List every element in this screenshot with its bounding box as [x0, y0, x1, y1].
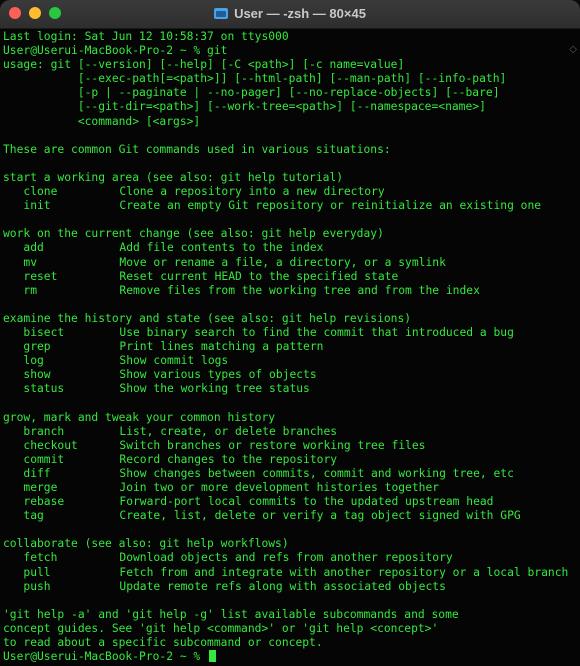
command-description: Create an empty Git repository or reinit… [119, 199, 542, 213]
command-name: status [23, 382, 65, 396]
footer-line: 'git help -a' and 'git help -g' list ava… [3, 607, 459, 621]
command-description: Show various types of objects [119, 368, 317, 382]
usage-line: usage: git [--version] [--help] [-C <pat… [3, 58, 405, 72]
section-heading: examine the history and state (see also:… [3, 311, 412, 325]
command-row: show Show various types of objects [3, 368, 568, 382]
command-sections: start a working area (see also: git help… [3, 171, 568, 608]
command-name: clone [23, 185, 58, 199]
command-description: Fetch from and integrate with another re… [119, 565, 568, 579]
command-row: bisect Use binary search to find the comm… [3, 326, 568, 340]
command-name: grep [23, 340, 51, 354]
command-name: log [23, 354, 44, 368]
window-title: User — -zsh — 80×45 [234, 6, 366, 21]
command-row: diff Show changes between commits, commit… [3, 467, 568, 481]
command-name: fetch [23, 551, 58, 565]
command-row: checkout Switch branches or restore worki… [3, 439, 568, 453]
command-row: push Update remote refs along with associ… [3, 580, 568, 594]
command-row: mv Move or rename a file, a directory, or… [3, 256, 568, 270]
command-description: Join two or more development histories t… [119, 481, 440, 494]
command-description: Move or rename a file, a directory, or a… [119, 255, 446, 269]
command-name: tag [23, 509, 44, 523]
scrollbar[interactable]: ◇ [569, 30, 579, 660]
section-heading: grow, mark and tweak your common history [3, 410, 276, 424]
command-description: Download objects and refs from another r… [119, 551, 453, 565]
command-row: merge Join two or more development histor… [3, 481, 568, 495]
command-description: Reset current HEAD to the specified stat… [119, 269, 399, 283]
command-name: branch [23, 424, 65, 438]
prompt-line: User@Userui-MacBook-Pro-2 ~ % git [3, 44, 228, 58]
section-heading: collaborate (see also: git help workflow… [3, 537, 289, 551]
usage-line: [-p | --paginate | --no-pager] [--no-rep… [3, 86, 500, 100]
command-row: rm Remove files from the working tree and… [3, 284, 568, 298]
command-row: add Add file contents to the index [3, 241, 568, 255]
window-title-area: User — -zsh — 80×45 [0, 6, 580, 21]
command-description: Update remote refs along with associated… [119, 579, 446, 593]
command-description: Use binary search to find the commit tha… [119, 325, 514, 339]
command-row: branch List, create, or delete branches [3, 425, 568, 439]
prompt-text: User@Userui-MacBook-Pro-2 ~ % [3, 650, 208, 664]
command-name: reset [23, 269, 58, 283]
command-row: fetch Download objects and refs from anot… [3, 551, 568, 565]
command-description: Show changes between commits, commit and… [119, 466, 514, 480]
current-prompt-line[interactable]: User@Userui-MacBook-Pro-2 ~ % [3, 650, 568, 664]
command-description: Remove files from the working tree and f… [119, 283, 480, 297]
command-name: rm [23, 283, 38, 297]
footer-line: to read about a specific subcommand or c… [3, 636, 323, 650]
command-description: Create, list, delete or verify a tag obj… [119, 509, 521, 523]
command-name: mv [23, 255, 38, 269]
footer-line: concept guides. See 'git help <command>'… [3, 621, 439, 635]
command-row: status Show the working tree status [3, 382, 568, 396]
command-description: Switch branches or restore working tree … [119, 438, 426, 452]
last-login-line: Last login: Sat Jun 12 10:58:37 on ttys0… [3, 30, 289, 43]
command-row: log Show commit logs [3, 354, 568, 368]
command-row: grep Print lines matching a pattern [3, 340, 568, 354]
command-name: rebase [23, 495, 65, 509]
command-row: commit Record changes to the repository [3, 453, 568, 467]
command-description: Forward-port local commits to the update… [119, 495, 494, 509]
text-cursor [209, 650, 217, 663]
intro-line: These are common Git commands used in va… [3, 142, 391, 156]
command-name: pull [23, 565, 51, 579]
command-name: diff [23, 466, 51, 480]
command-name: merge [23, 481, 58, 494]
command-row: pull Fetch from and integrate with anothe… [3, 566, 568, 580]
command-name: bisect [23, 325, 65, 339]
usage-line: [--exec-path[=<path>]] [--html-path] [--… [3, 72, 507, 86]
command-row: rebase Forward-port local commits to the … [3, 495, 568, 509]
command-description: Add file contents to the index [119, 241, 324, 255]
command-name: push [23, 579, 51, 593]
command-row: reset Reset current HEAD to the specified… [3, 270, 568, 284]
command-row: tag Create, list, delete or verify a tag … [3, 509, 568, 523]
command-name: checkout [23, 438, 78, 452]
command-description: Clone a repository into a new directory [119, 185, 385, 199]
command-name: init [23, 199, 51, 213]
command-name: add [23, 241, 44, 255]
terminal-output[interactable]: Last login: Sat Jun 12 10:58:37 on ttys0… [3, 30, 568, 664]
section-heading: work on the current change (see also: gi… [3, 227, 384, 241]
title-bar[interactable]: User — -zsh — 80×45 [0, 0, 580, 29]
command-name: commit [23, 452, 65, 466]
usage-line: [--git-dir=<path>] [--work-tree=<path>] … [3, 100, 486, 114]
command-row: clone Clone a repository into a new direc… [3, 185, 568, 199]
usage-line: <command> [<args>] [3, 114, 201, 128]
command-description: Show commit logs [119, 354, 229, 368]
scroll-indicator-icon: ◇ [569, 44, 577, 55]
command-description: Show the working tree status [119, 382, 310, 396]
command-name: show [23, 368, 51, 382]
command-description: Record changes to the repository [119, 452, 338, 466]
section-heading: start a working area (see also: git help… [3, 170, 344, 184]
command-description: Print lines matching a pattern [119, 340, 324, 354]
command-description: List, create, or delete branches [119, 424, 338, 438]
terminal-window: User — -zsh — 80×45 Last login: Sat Jun … [0, 0, 580, 666]
folder-icon [214, 8, 229, 19]
command-row: init Create an empty Git repository or re… [3, 199, 568, 213]
